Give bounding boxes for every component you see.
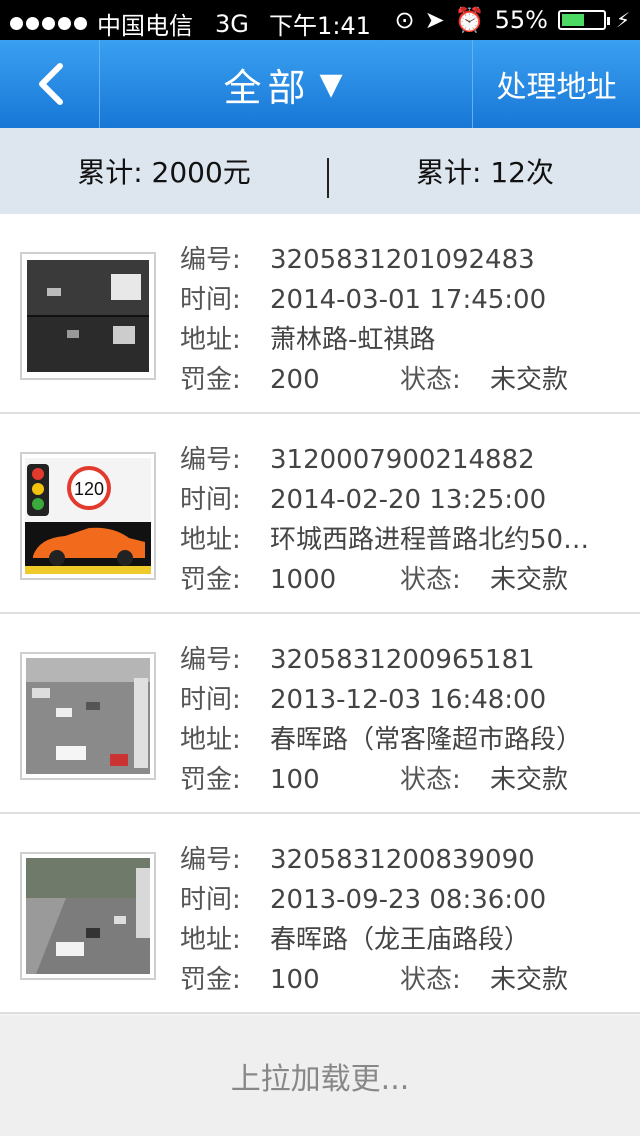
fine-label: 罚金: [180, 965, 241, 995]
status-label: 状态: [400, 365, 461, 395]
charging-icon: ⚡ [615, 8, 630, 32]
list-item[interactable]: 编号: 3205831200965181 时间: 2013-12-03 16:48:… [0, 614, 640, 814]
time-label: 时间: [180, 885, 241, 915]
number-label: 编号: [180, 245, 241, 275]
list-item[interactable]: 120 编号: 3120007900214882 时间: 2014-02-20 13… [0, 414, 640, 614]
record-status: 未交款 [490, 965, 569, 995]
total-amount: 累计: 2000元 [77, 156, 251, 189]
violation-photo[interactable] [20, 252, 156, 380]
camera-photo-icon [26, 658, 150, 774]
load-more[interactable]: 上拉加载更... [0, 1016, 640, 1136]
violation-photo[interactable] [20, 852, 156, 980]
number-label: 编号: [180, 845, 241, 875]
status-bar: 中国电信 3G 下午1:41 ⊙ ➤ ⏰ 55% ⚡ [0, 0, 640, 40]
alarm-icon: ⏰ [454, 6, 485, 34]
camera-photo-icon [26, 858, 150, 974]
speed-limit-icon: 120 [25, 458, 151, 574]
record-address: 春晖路（龙王庙路段） [270, 925, 531, 955]
orientation-lock-icon: ⊙ [394, 6, 415, 34]
caret-down-icon: ▼ [319, 66, 349, 102]
battery-icon [557, 10, 610, 30]
record-info: 编号: 3205831200965181 时间: 2013-12-03 16:48:… [180, 640, 630, 800]
number-label: 编号: [180, 445, 241, 475]
record-info: 编号: 3205831200839090 时间: 2013-09-23 08:36:… [180, 840, 630, 1000]
record-info: 编号: 3120007900214882 时间: 2014-02-20 13:25:… [180, 440, 630, 600]
record-status: 未交款 [490, 365, 569, 395]
list-item[interactable]: 编号: 3205831201092483 时间: 2014-03-01 17:45:… [0, 214, 640, 414]
list-item[interactable]: 编号: 3205831200839090 时间: 2013-09-23 08:36:… [0, 814, 640, 1014]
svg-text:120: 120 [74, 479, 104, 499]
address-label: 地址: [180, 725, 241, 755]
record-time: 2014-03-01 17:45:00 [270, 285, 547, 315]
camera-photo-icon [27, 260, 149, 372]
status-right: ⊙ ➤ ⏰ 55% ⚡ [395, 6, 631, 34]
fine-label: 罚金: [180, 565, 241, 595]
battery-percent: 55% [494, 6, 548, 34]
address-label: 地址: [180, 525, 241, 555]
back-button[interactable] [0, 40, 100, 128]
violation-photo[interactable] [20, 652, 156, 780]
time-label: 时间: [180, 285, 241, 315]
process-address-button[interactable]: 处理地址 [472, 40, 640, 128]
record-status: 未交款 [490, 765, 569, 795]
status-label: 状态: [400, 565, 461, 595]
time-label: 时间: [180, 485, 241, 515]
record-number: 3120007900214882 [270, 445, 535, 475]
record-address: 春晖路（常客隆超市路段） [270, 725, 583, 755]
time-label: 时间: [180, 685, 241, 715]
nav-bar: 全部 ▼ 处理地址 [0, 40, 640, 128]
page-title: 全部 [223, 65, 312, 110]
record-fine: 200 [270, 365, 320, 395]
record-address: 环城西路进程普路北约50… [270, 525, 590, 555]
record-address: 萧林路-虹祺路 [270, 325, 436, 355]
summary-divider [327, 158, 329, 198]
violation-photo[interactable]: 120 [20, 452, 156, 580]
record-fine: 1000 [270, 565, 337, 595]
location-icon: ➤ [424, 6, 445, 34]
number-label: 编号: [180, 645, 241, 675]
address-label: 地址: [180, 925, 241, 955]
chevron-left-icon [38, 63, 63, 105]
record-fine: 100 [270, 965, 320, 995]
record-number: 3205831200965181 [270, 645, 535, 675]
record-time: 2013-12-03 16:48:00 [270, 685, 547, 715]
fine-label: 罚金: [180, 765, 241, 795]
status-label: 状态: [400, 765, 461, 795]
record-time: 2013-09-23 08:36:00 [270, 885, 547, 915]
fine-label: 罚金: [180, 365, 241, 395]
record-status: 未交款 [490, 565, 569, 595]
total-count: 累计: 12次 [416, 156, 554, 189]
filter-dropdown[interactable]: 全部 ▼ [100, 40, 472, 128]
status-label: 状态: [400, 965, 461, 995]
record-number: 3205831200839090 [270, 845, 535, 875]
violation-list: 编号: 3205831201092483 时间: 2014-03-01 17:45:… [0, 214, 640, 1014]
record-time: 2014-02-20 13:25:00 [270, 485, 547, 515]
record-fine: 100 [270, 765, 320, 795]
record-info: 编号: 3205831201092483 时间: 2014-03-01 17:45:… [180, 240, 630, 400]
record-number: 3205831201092483 [270, 245, 535, 275]
summary-bar: 累计: 2000元 累计: 12次 [0, 128, 640, 214]
address-label: 地址: [180, 325, 241, 355]
